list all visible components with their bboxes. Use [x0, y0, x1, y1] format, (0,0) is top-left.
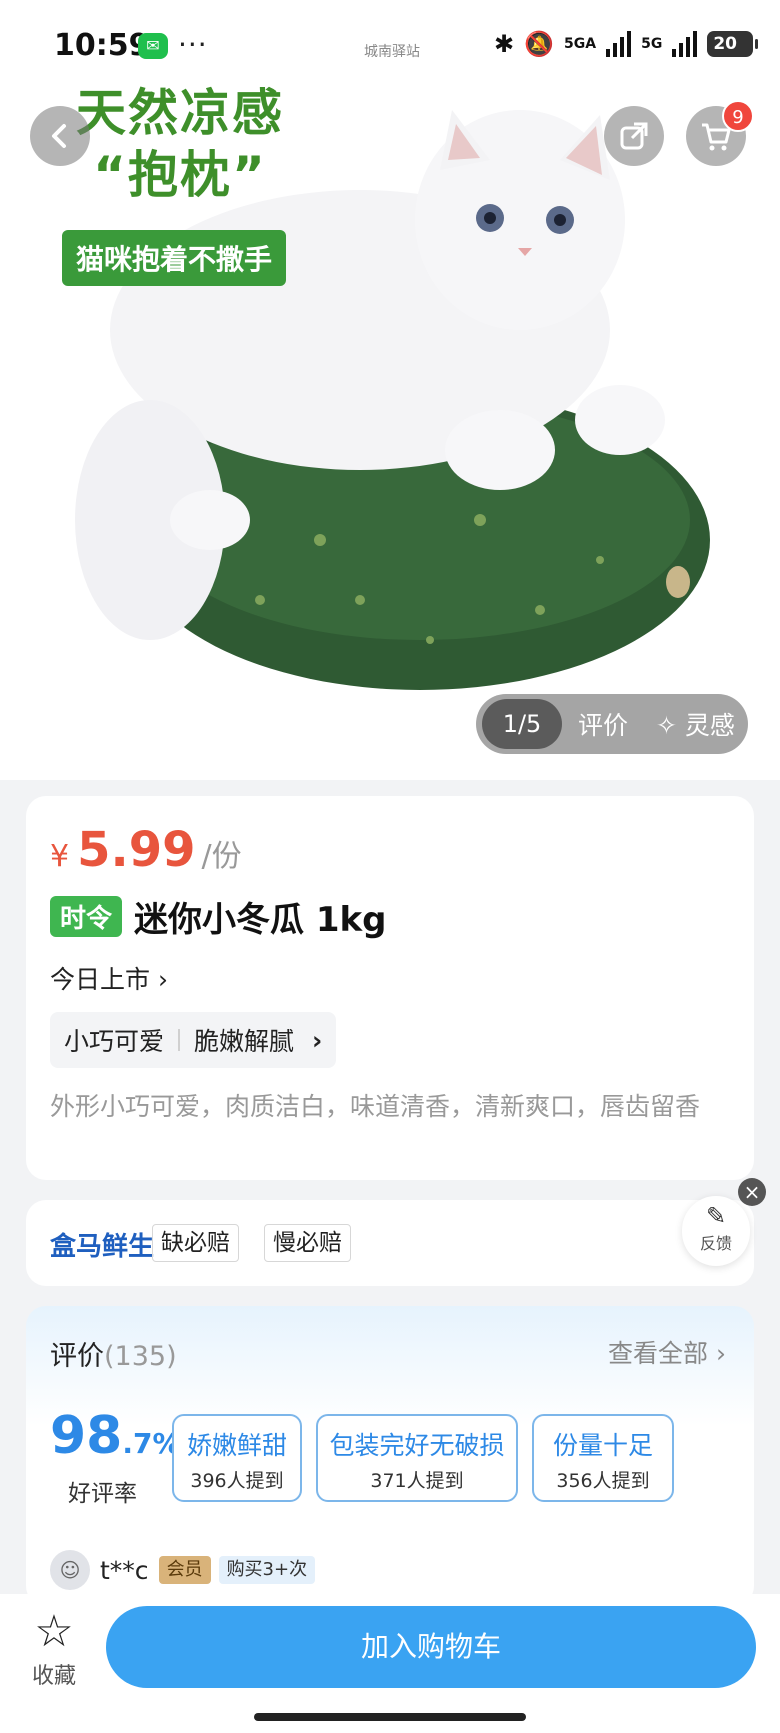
status-bar: 10:59 ✉ ··· 城南驿站 ✱ 🔕 5GA 5G 20	[0, 0, 780, 90]
reviews-title: 评价	[50, 1341, 104, 1372]
rating-integer: 98	[50, 1406, 123, 1466]
price: ¥ 5.99 /份	[50, 822, 242, 878]
close-feedback-button[interactable]: ×	[738, 1178, 766, 1206]
wechat-icon: ✉	[138, 33, 168, 59]
review-keyword-chip[interactable]: 包装完好无破损 371人提到	[316, 1414, 518, 1502]
promo-tag: 猫咪抱着不撒手	[62, 230, 287, 286]
cart-badge: 9	[722, 100, 754, 132]
clock: 10:59	[54, 28, 150, 63]
tab-inspiration[interactable]: ✧ 灵感	[656, 706, 735, 742]
market-date: 今日上市	[50, 965, 151, 994]
purchase-count-badge: 购买3+次	[218, 1556, 316, 1584]
chevron-right-icon: ›	[157, 965, 168, 994]
back-button[interactable]	[30, 106, 90, 166]
chevron-right-icon: ›	[312, 1025, 323, 1055]
seasonal-badge: 时令	[50, 896, 123, 937]
share-icon	[620, 122, 648, 150]
product-image-gallery[interactable]: 天然凉感 “抱枕” 猫咪抱着不撒手 1/5 评价 ✧ 灵感	[0, 0, 780, 780]
favorite-label: 收藏	[31, 1664, 76, 1689]
home-indicator	[254, 1713, 526, 1721]
brand-logo: 盒马鲜生	[50, 1232, 155, 1262]
gallery-indicator[interactable]: 1/5 评价 ✧ 灵感	[476, 694, 748, 754]
more-status-icon: ···	[178, 28, 208, 61]
product-title-row: 时令 迷你小冬瓜 1kg	[50, 892, 386, 941]
promo-headline: 天然凉感 “抱枕”	[60, 82, 300, 206]
promo-line-2: “抱枕”	[93, 146, 267, 204]
reviewer-row: ☺ t**c 会员 购买3+次	[50, 1550, 316, 1590]
signal-bars-icon	[672, 31, 698, 57]
price-unit: /份	[201, 839, 242, 874]
battery-icon: 20	[707, 31, 759, 57]
view-all-label: 查看全部	[608, 1339, 709, 1368]
service-guarantee-card[interactable]: 盒马鲜生 缺必赔 慢必赔	[26, 1200, 754, 1286]
product-description: 外形小巧可爱，肉质洁白，味道清香，清新爽口，唇齿留香	[50, 1092, 701, 1121]
tab-review-images[interactable]: 评价	[578, 706, 628, 742]
product-title: 迷你小冬瓜 1kg	[134, 900, 387, 940]
review-keyword-chip[interactable]: 娇嫩鲜甜 396人提到	[172, 1414, 302, 1502]
mute-icon: 🔕	[524, 30, 554, 58]
avatar: ☺	[50, 1550, 90, 1590]
cart-button[interactable]: 9	[686, 100, 754, 166]
keyword-count: 371人提到	[370, 1470, 464, 1492]
currency-symbol: ¥	[50, 839, 70, 874]
keyword-text: 娇嫩鲜甜	[186, 1431, 287, 1460]
signal-5ga-label: 5GA	[564, 36, 597, 52]
guarantee-tag: 缺必赔	[152, 1224, 239, 1262]
chevron-left-icon	[52, 124, 66, 148]
chevron-right-icon: ›	[716, 1339, 726, 1368]
reviews-card: 评价(135) 查看全部 › 98.7% 好评率 娇嫩鲜甜 396人提到 包装完…	[26, 1306, 754, 1606]
add-to-cart-button[interactable]: 加入购物车	[106, 1606, 756, 1688]
feature-tags[interactable]: 小巧可爱 脆嫩解腻 ›	[50, 1012, 337, 1068]
signal-bars-icon	[606, 31, 632, 57]
system-icons: ✱ 🔕 5GA 5G 20	[494, 30, 759, 58]
reviews-header: 评价(135)	[50, 1334, 177, 1373]
feedback-button[interactable]: ✎ 反馈	[682, 1196, 750, 1266]
bluetooth-icon: ✱	[494, 30, 515, 58]
bottom-action-bar: ☆ 收藏 加入购物车	[0, 1594, 780, 1733]
promo-line-1: 天然凉感	[76, 84, 284, 142]
positive-rating: 98.7%	[50, 1406, 181, 1466]
carrier-tag: 城南驿站	[364, 44, 420, 60]
price-value: 5.99	[77, 822, 196, 878]
divider	[178, 1029, 181, 1051]
inspiration-label: 灵感	[684, 711, 735, 740]
review-keyword-chip[interactable]: 份量十足 356人提到	[532, 1414, 674, 1502]
edit-icon: ✎	[705, 1202, 727, 1230]
product-info-card: ¥ 5.99 /份 时令 迷你小冬瓜 1kg 今日上市 › 小巧可爱 脆嫩解腻 …	[26, 796, 754, 1180]
reviewer-name: t**c	[100, 1555, 149, 1585]
reviews-count: (135)	[104, 1341, 177, 1372]
feedback-label: 反馈	[699, 1234, 732, 1253]
favorite-button[interactable]: ☆ 收藏	[28, 1608, 80, 1690]
keyword-text: 包装完好无破损	[329, 1431, 505, 1460]
signal-5g-label: 5G	[641, 36, 663, 52]
keyword-count: 356人提到	[556, 1470, 650, 1492]
feature-tag: 小巧可爱	[64, 1027, 165, 1056]
view-all-reviews-link[interactable]: 查看全部 ›	[608, 1334, 726, 1370]
rating-label: 好评率	[68, 1481, 137, 1507]
keyword-count: 396人提到	[190, 1470, 284, 1492]
feature-tag: 脆嫩解腻	[194, 1027, 295, 1056]
guarantee-tag: 慢必赔	[264, 1224, 351, 1262]
star-icon: ☆	[34, 1606, 74, 1657]
market-date-link[interactable]: 今日上市 ›	[50, 960, 168, 996]
image-counter: 1/5	[482, 699, 562, 749]
member-badge: 会员	[158, 1556, 211, 1584]
keyword-text: 份量十足	[552, 1431, 653, 1460]
share-button[interactable]	[604, 106, 664, 166]
